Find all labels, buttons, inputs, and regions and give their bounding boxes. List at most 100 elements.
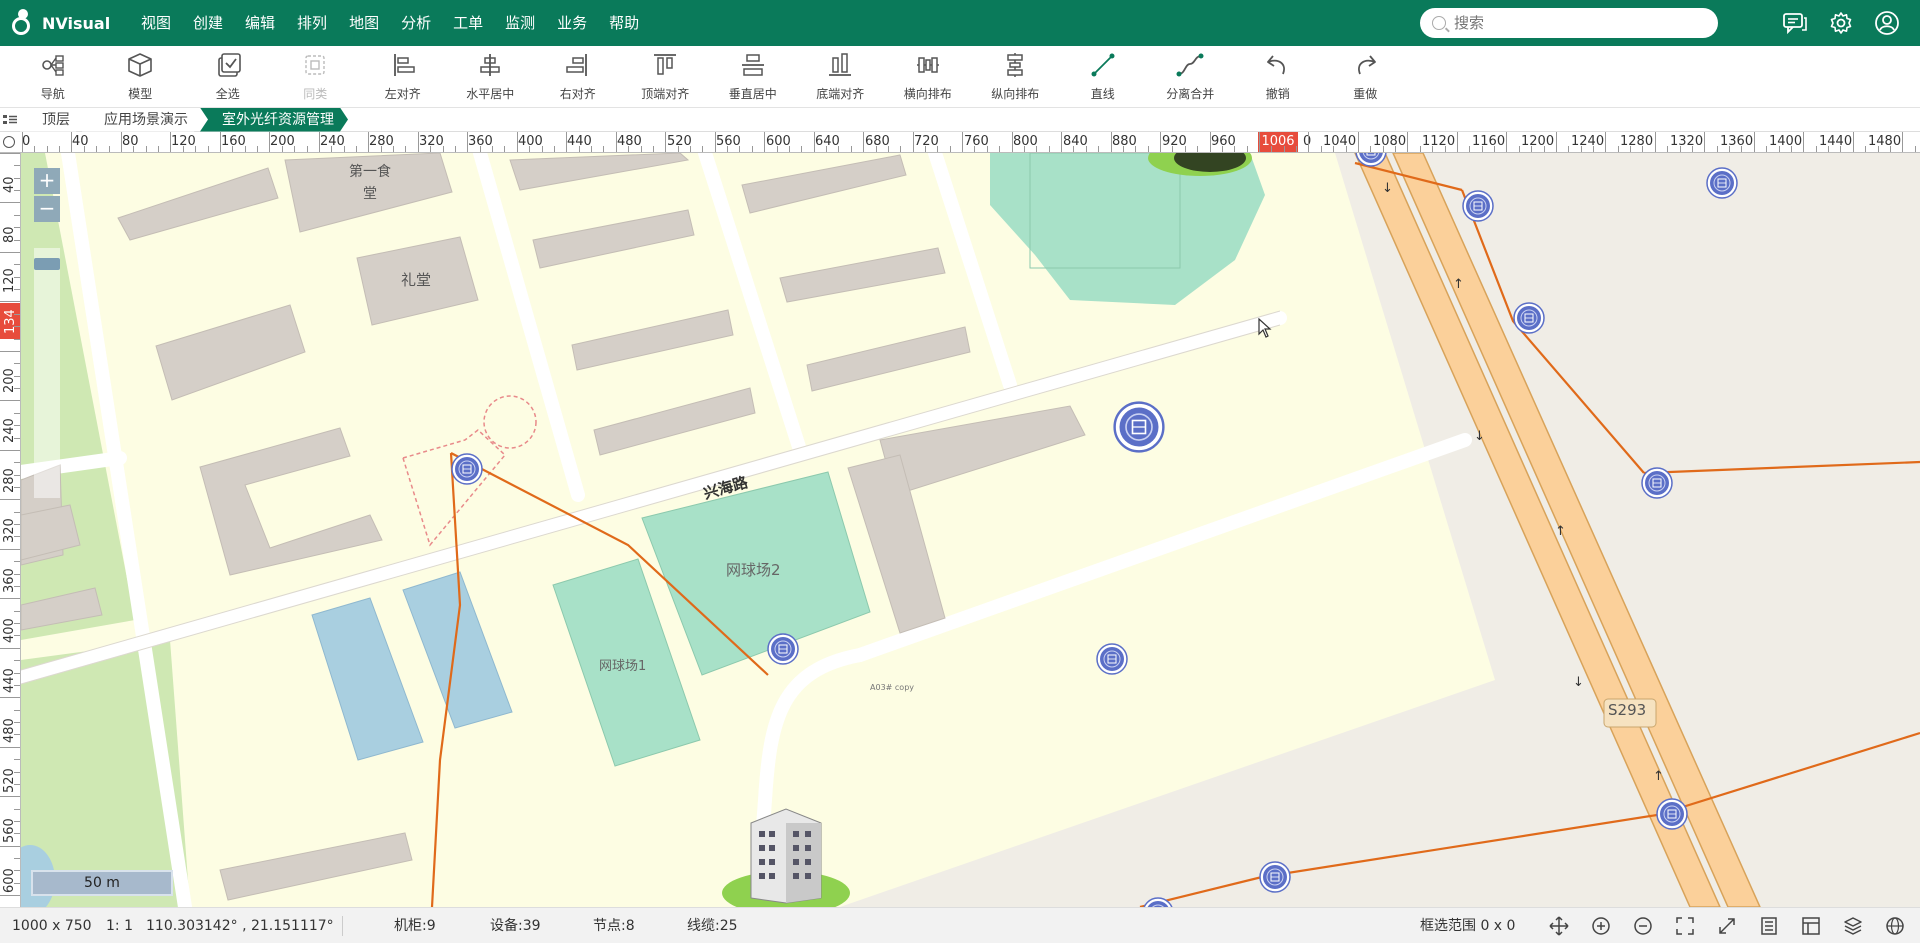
manhole-device-icon[interactable] — [1656, 798, 1688, 830]
split-merge-button[interactable]: 分离合并 — [1147, 46, 1235, 108]
building-icon[interactable] — [721, 803, 851, 907]
tool-label: 模型 — [128, 87, 153, 101]
globe-icon[interactable] — [1874, 908, 1916, 944]
cube-icon — [128, 53, 153, 77]
mouse-cursor-icon — [1258, 317, 1272, 342]
label-court1: 网球场1 — [599, 659, 647, 674]
ruler-tick-label: 1040 — [1323, 134, 1357, 149]
map-canvas[interactable]: ↓ ↑ ↓ ↑ ↓ ↑ 第一食堂 礼堂 兴海路 网球场2 网球场1 S293 A… — [21, 153, 1920, 907]
distribute-h-button[interactable]: 横向排布 — [884, 46, 972, 108]
zoom-in-icon[interactable] — [1580, 908, 1622, 944]
ruler-cursor-marker-x: 1006 — [1258, 132, 1298, 152]
pan-icon[interactable] — [1538, 908, 1580, 944]
undo-button[interactable]: 撤销 — [1234, 46, 1322, 108]
menu-item-2[interactable]: 编辑 — [234, 0, 286, 46]
select-all-icon — [217, 53, 241, 77]
cube-button[interactable]: 模型 — [97, 46, 185, 108]
manhole-device-icon[interactable] — [1096, 643, 1128, 675]
menu-item-3[interactable]: 排列 — [286, 0, 338, 46]
ruler-origin-icon[interactable] — [3, 136, 15, 148]
ruler-tick-label: 1320 — [1670, 134, 1704, 149]
tool-label: 纵向排布 — [991, 87, 1040, 101]
breadcrumb-item-0[interactable]: 顶层 — [20, 108, 84, 132]
manhole-device-icon[interactable] — [1142, 897, 1174, 907]
manhole-device-icon[interactable] — [1513, 302, 1545, 334]
label-hall: 礼堂 — [401, 271, 432, 289]
split-merge-icon — [1176, 53, 1204, 77]
line-button[interactable]: 直线 — [1059, 46, 1147, 108]
distribute-v-button[interactable]: 纵向排布 — [972, 46, 1060, 108]
menu-item-0[interactable]: 视图 — [130, 0, 182, 46]
nav-button[interactable]: 导航 — [9, 46, 97, 108]
select-all-button[interactable]: 全选 — [184, 46, 272, 108]
zoom-out-icon[interactable] — [1622, 908, 1664, 944]
nav-icon — [41, 55, 64, 76]
zoom-out-button[interactable]: − — [34, 196, 60, 222]
align-hcenter-button[interactable]: 水平居中 — [447, 46, 535, 108]
breadcrumb-item-2[interactable]: 室外光纤资源管理 — [200, 108, 348, 132]
breadcrumb-item-1[interactable]: 应用场景演示 — [82, 108, 202, 132]
manhole-device-icon[interactable] — [1259, 861, 1291, 893]
menu-item-7[interactable]: 监测 — [494, 0, 546, 46]
toolbar: 导航 模型 全选 同类 左对齐 水平居中 右对齐 顶端对齐 垂直居中 底端对齐 横向排布 纵向排布 直线… — [0, 46, 1920, 108]
distribute-h-icon — [916, 57, 939, 73]
align-top-icon — [654, 54, 677, 75]
tool-label: 导航 — [40, 87, 65, 101]
align-left-button[interactable]: 左对齐 — [359, 46, 447, 108]
ruler-tick-label: 840 — [1063, 134, 1088, 149]
user-icon[interactable] — [1864, 0, 1910, 46]
ruler-tick-label: 1120 — [1422, 134, 1456, 149]
list-icon[interactable] — [1748, 908, 1790, 944]
zoom-slider[interactable] — [34, 248, 60, 498]
manhole-device-icon[interactable] — [451, 453, 483, 485]
fullscreen-icon[interactable] — [1706, 908, 1748, 944]
menu-item-8[interactable]: 业务 — [546, 0, 598, 46]
align-right-button[interactable]: 右对齐 — [534, 46, 622, 108]
chat-icon[interactable] — [1772, 0, 1818, 46]
line-icon — [1091, 53, 1115, 77]
menu-item-9[interactable]: 帮助 — [598, 0, 650, 46]
menu-item-4[interactable]: 地图 — [338, 0, 390, 46]
cabinet-count: 机柜:9 — [394, 918, 436, 934]
search-box[interactable] — [1420, 8, 1718, 38]
ruler-tick-label: 1360 — [1720, 134, 1754, 149]
ruler-tick-label: 320 — [2, 518, 17, 543]
ruler-tick-label: 600 — [2, 868, 17, 893]
cable-count: 线缆:25 — [687, 918, 738, 934]
ruler-tick-label: 960 — [1211, 134, 1236, 149]
tool-label: 同类 — [303, 87, 328, 101]
align-top-button[interactable]: 顶端对齐 — [622, 46, 710, 108]
ruler-tick-label: 1400 — [1769, 134, 1803, 149]
svg-text:↓: ↓ — [1382, 181, 1393, 196]
zoom-handle[interactable] — [34, 258, 60, 270]
manhole-device-icon[interactable] — [1641, 467, 1673, 499]
ruler-tick-label: 360 — [2, 568, 17, 593]
gear-icon[interactable] — [1818, 0, 1864, 46]
ruler-tick-label: 80 — [122, 134, 139, 149]
layers-icon[interactable] — [1832, 908, 1874, 944]
manhole-device-icon[interactable] — [1113, 401, 1165, 453]
tool-label: 水平居中 — [466, 87, 515, 101]
breadcrumb: 顶层 应用场景演示 室外光纤资源管理 — [0, 108, 1920, 132]
menu-item-5[interactable]: 分析 — [390, 0, 442, 46]
zoom-in-button[interactable]: + — [34, 168, 60, 194]
manhole-device-icon[interactable] — [1355, 153, 1387, 167]
ruler-tick-label: 1480 — [1868, 134, 1902, 149]
align-bottom-button[interactable]: 底端对齐 — [797, 46, 885, 108]
redo-button[interactable]: 重做 — [1322, 46, 1410, 108]
tool-label: 底端对齐 — [816, 87, 865, 101]
tool-label: 右对齐 — [559, 87, 596, 101]
search-input[interactable] — [1454, 14, 1694, 32]
tree-toggle-icon[interactable] — [0, 108, 20, 132]
same-type-button[interactable]: 同类 — [272, 46, 360, 108]
ruler-tick-label: 560 — [716, 134, 741, 149]
manhole-device-icon[interactable] — [1462, 190, 1494, 222]
fit-view-icon[interactable] — [1664, 908, 1706, 944]
tool-label: 直线 — [1090, 87, 1115, 101]
menu-item-1[interactable]: 创建 — [182, 0, 234, 46]
manhole-device-icon[interactable] — [767, 633, 799, 665]
layout-icon[interactable] — [1790, 908, 1832, 944]
align-vcenter-button[interactable]: 垂直居中 — [709, 46, 797, 108]
manhole-device-icon[interactable] — [1706, 167, 1738, 199]
menu-item-6[interactable]: 工单 — [442, 0, 494, 46]
